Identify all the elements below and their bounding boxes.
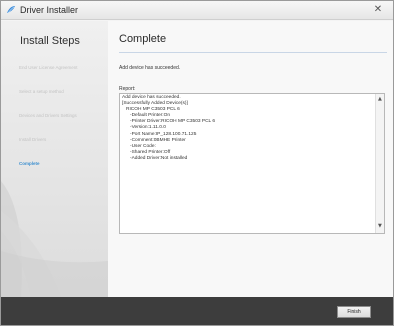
finish-button[interactable]: Finish <box>337 306 371 318</box>
step-select-setup-method: Select a setup method <box>19 89 64 94</box>
scroll-down-arrow-icon[interactable]: ▼ <box>378 224 383 229</box>
scroll-up-arrow-icon[interactable]: ▲ <box>378 97 383 102</box>
step-devices-and-drivers-settings: Devices and Drivers Settings <box>19 113 77 118</box>
window-title: Driver Installer <box>20 5 79 15</box>
sidebar-title: Install Steps <box>20 35 80 47</box>
title-bar: Driver Installer ✕ <box>1 1 393 20</box>
step-end-user-license-agreement: End User License Agreement <box>19 65 78 70</box>
close-button[interactable]: ✕ <box>367 3 389 17</box>
report-label: Report: <box>119 86 136 92</box>
report-content: Add device has succeeded. [Successfully … <box>122 95 372 162</box>
driver-installer-icon <box>7 6 15 14</box>
report-textarea[interactable]: Add device has succeeded. [Successfully … <box>119 93 385 234</box>
driver-installer-window: Driver Installer ✕ Install Steps End Use… <box>0 0 394 326</box>
status-message: Add device has succeeded. <box>119 65 181 71</box>
install-steps-sidebar: Install Steps End User License Agreement… <box>1 21 108 297</box>
report-scrollbar[interactable]: ▲ ▼ <box>375 94 384 233</box>
sidebar-decoration <box>1 181 108 297</box>
page-title: Complete <box>119 33 167 45</box>
report-line: -Added Driver:Not installed <box>122 155 188 161</box>
complete-panel: Complete Add device has succeeded. Repor… <box>108 21 393 297</box>
title-divider <box>119 52 387 53</box>
footer-bar: Finish <box>1 297 393 325</box>
